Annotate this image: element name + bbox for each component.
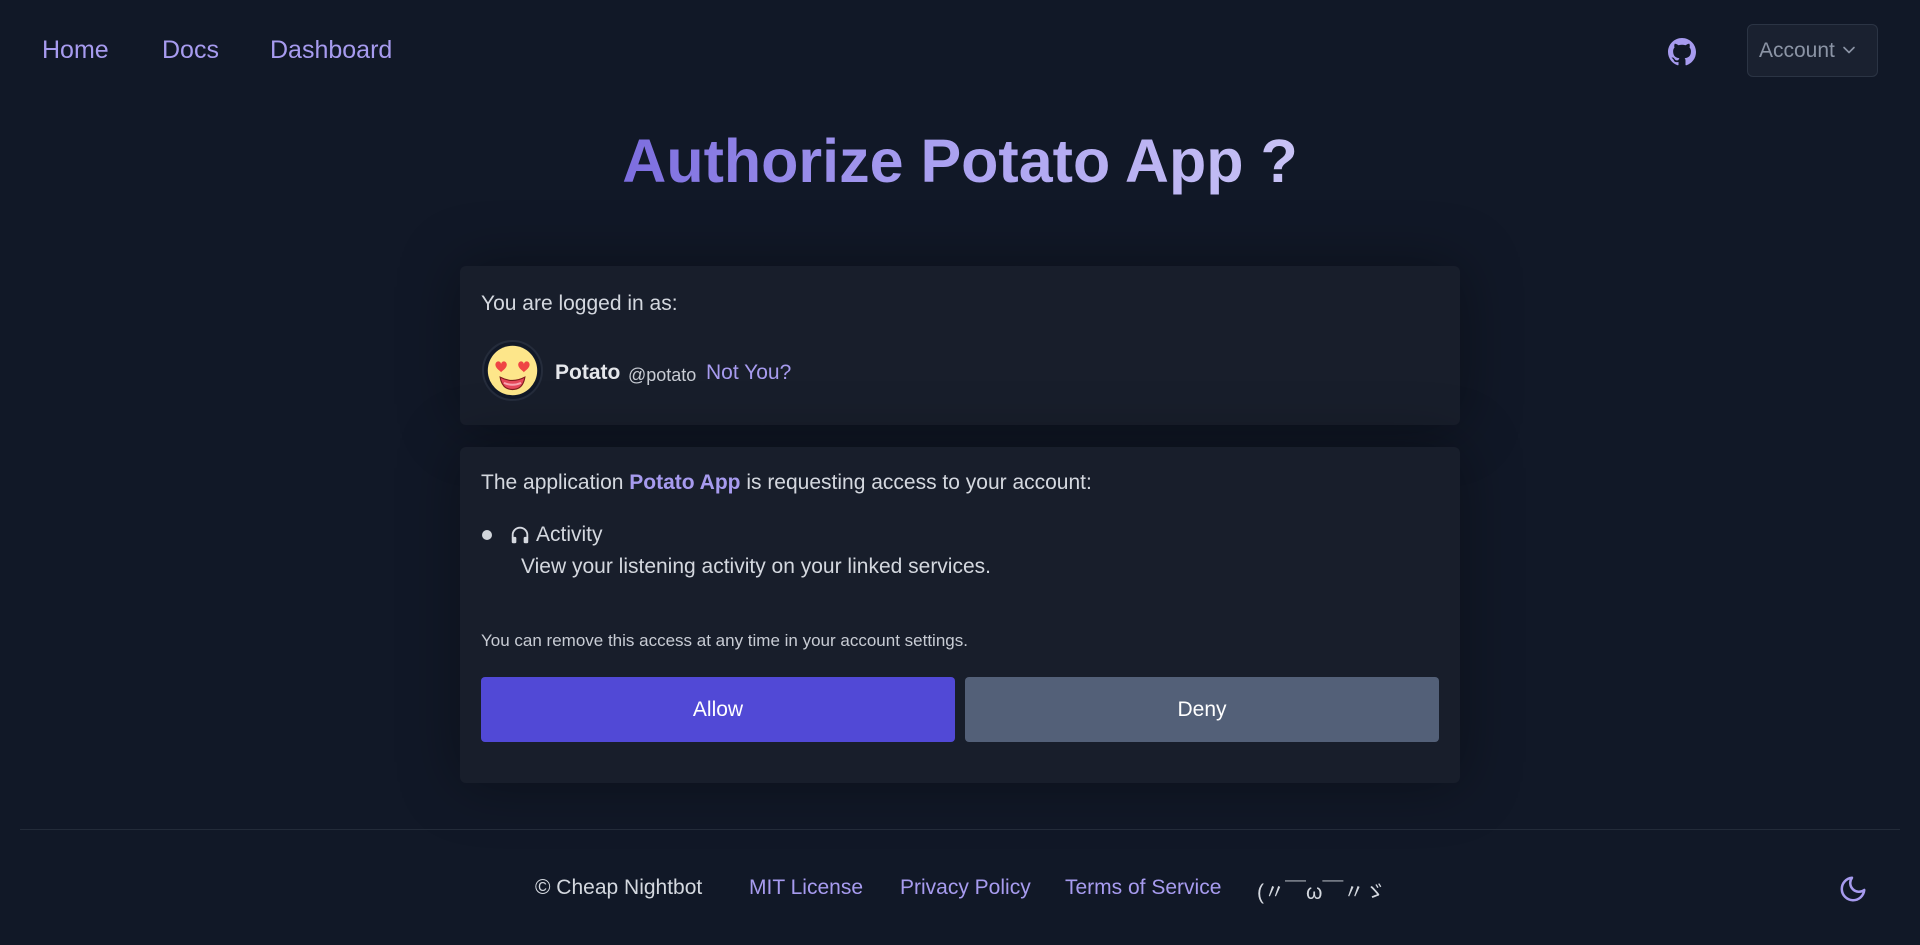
account-dropdown[interactable]: Account	[1747, 24, 1878, 77]
request-description: The application Potato App is requesting…	[481, 471, 1092, 494]
user-handle: @potato	[628, 365, 697, 385]
footer-copyright: © Cheap Nightbot	[535, 876, 703, 899]
requesting-app-name: Potato App	[629, 471, 741, 494]
account-label: Account	[1759, 38, 1835, 62]
footer-divider	[20, 829, 1900, 830]
access-removal-note: You can remove this access at any time i…	[481, 631, 968, 650]
list-bullet	[482, 530, 492, 540]
github-icon[interactable]	[1668, 38, 1696, 66]
permission-name: Activity	[536, 523, 603, 546]
footer-privacy-policy-link[interactable]: Privacy Policy	[900, 876, 1031, 900]
avatar	[482, 340, 543, 401]
moon-icon[interactable]	[1838, 874, 1868, 904]
nav-docs-link[interactable]: Docs	[162, 36, 219, 65]
not-you-link[interactable]: Not You?	[706, 361, 791, 385]
deny-button[interactable]: Deny	[965, 677, 1439, 742]
footer-mit-license-link[interactable]: MIT License	[749, 876, 863, 900]
footer-kaomoji: (〃￣ω￣〃ゞ	[1257, 881, 1386, 904]
user-display-name: Potato	[555, 361, 621, 384]
permission-description: View your listening activity on your lin…	[521, 555, 991, 578]
chevron-down-icon	[1843, 46, 1855, 54]
heart-eyes-emoji-icon	[487, 345, 538, 396]
nav-home-link[interactable]: Home	[42, 36, 109, 65]
footer-terms-link[interactable]: Terms of Service	[1065, 876, 1221, 900]
nav-dashboard-link[interactable]: Dashboard	[270, 36, 392, 65]
page-title: Authorize Potato App ?	[622, 127, 1298, 195]
authorization-request-card: The application Potato App is requesting…	[460, 447, 1460, 783]
top-nav: Home Docs Dashboard Account	[0, 0, 1920, 104]
headphones-icon	[511, 526, 529, 544]
allow-button[interactable]: Allow	[481, 677, 955, 742]
logged-in-label: You are logged in as:	[481, 292, 678, 315]
logged-in-card: You are logged in as: Potato @potato Not…	[460, 266, 1460, 425]
